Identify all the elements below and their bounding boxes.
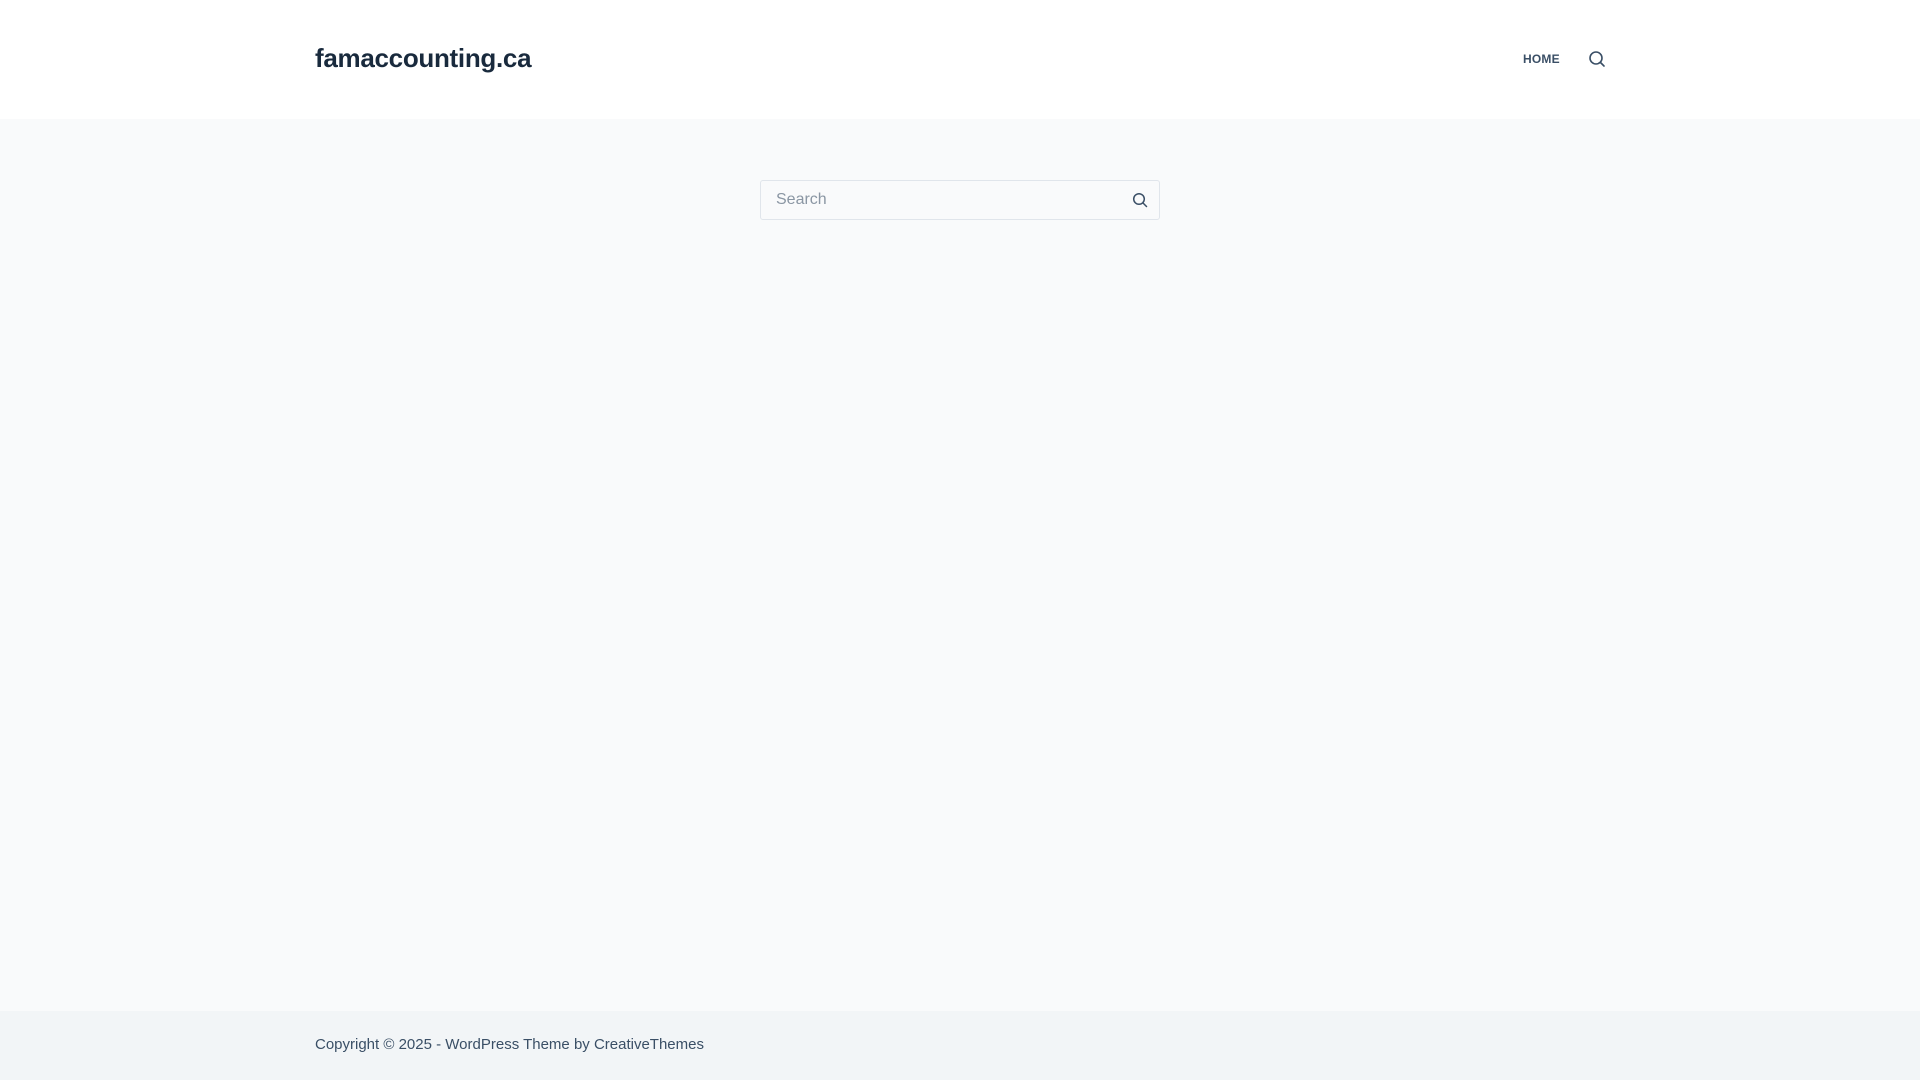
copyright-text: Copyright © 2025 - WordPress Theme by Cr… <box>315 1036 704 1053</box>
site-title-link[interactable]: famaccounting.ca <box>315 43 532 74</box>
site-footer: Copyright © 2025 - WordPress Theme by Cr… <box>0 1011 1920 1080</box>
search-icon <box>1132 192 1148 208</box>
search-submit-button[interactable] <box>1132 192 1148 208</box>
nav-item-home[interactable]: HOME <box>1523 52 1560 66</box>
search-form <box>760 180 1160 220</box>
header-search-icon[interactable] <box>1588 50 1606 68</box>
search-input[interactable] <box>761 181 1121 219</box>
site-header: famaccounting.ca HOME <box>0 0 1920 119</box>
